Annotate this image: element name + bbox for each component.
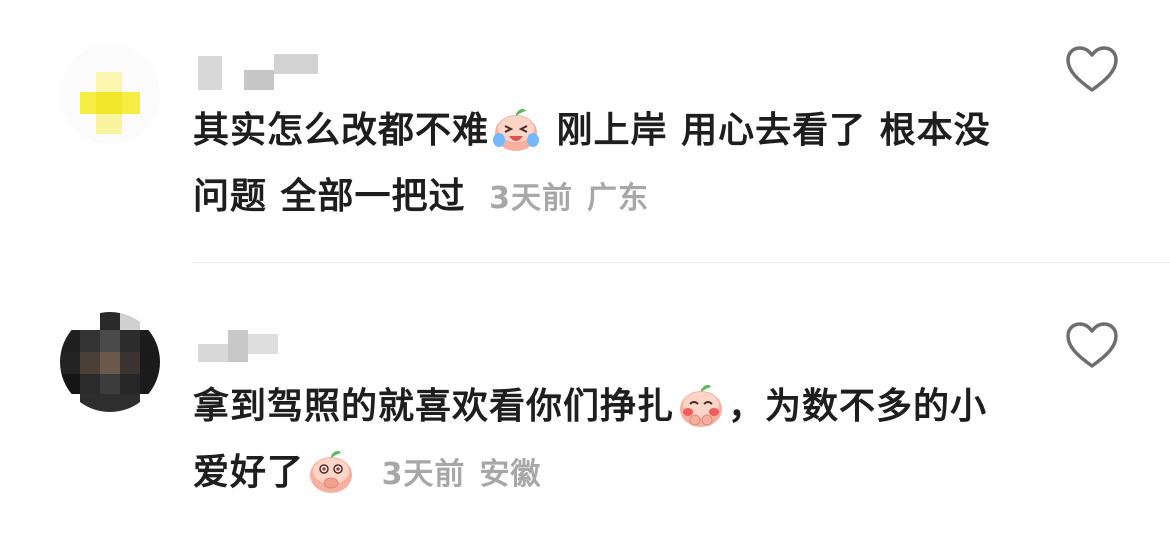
comment-text: 拿到驾照的就喜欢看你们挣扎 ，为数不多的小爱好了 3天前 安徽	[193, 374, 1023, 508]
covering-mouth-peach-emoji	[306, 448, 356, 494]
username[interactable]	[198, 326, 328, 366]
like-button[interactable]	[1064, 44, 1120, 94]
blushing-peach-emoji	[676, 382, 726, 428]
comment-meta: 3天前 广东	[489, 181, 649, 216]
comment-text: 其实怎么改都不难 刚上岸 用心去看了 根本没问题 全部一把过 3天前 广东	[193, 98, 1023, 232]
heart-outline-icon	[1066, 46, 1118, 92]
comment-item: 其实怎么改都不难 刚上岸 用心去看了 根本没问题 全部一把过 3天前 广东	[0, 0, 1170, 262]
location: 广东	[586, 181, 649, 216]
comment-list: 其实怎么改都不难 刚上岸 用心去看了 根本没问题 全部一把过 3天前 广东 拿到…	[0, 0, 1170, 539]
like-button[interactable]	[1064, 320, 1120, 370]
heart-outline-icon	[1066, 322, 1118, 368]
username[interactable]	[198, 50, 328, 90]
divider	[192, 262, 1170, 263]
laughing-crying-peach-emoji	[491, 106, 541, 152]
comment-text-part: 其实怎么改都不难	[193, 110, 490, 151]
location: 安徽	[479, 457, 542, 492]
comment-meta: 3天前 安徽	[382, 457, 542, 492]
timestamp: 3天前	[381, 457, 466, 492]
comment-text-part: 拿到驾照的就喜欢看你们挣扎	[193, 386, 675, 427]
timestamp: 3天前	[489, 181, 573, 216]
comment-item: 拿到驾照的就喜欢看你们挣扎 ，为数不多的小爱好了 3天前 安徽	[0, 264, 1170, 539]
avatar[interactable]	[60, 44, 160, 144]
avatar[interactable]	[60, 312, 160, 412]
